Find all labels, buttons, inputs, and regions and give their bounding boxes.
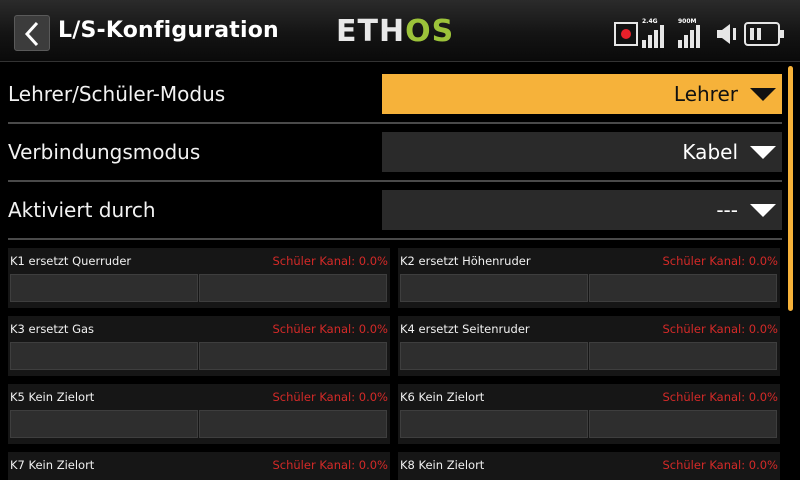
logo-text-left: ETH (336, 14, 406, 49)
setting-row-activated-by: Aktiviert durch --- (0, 182, 790, 240)
dropdown-value: Kabel (682, 140, 738, 164)
signal-2-4g-label: 2.4G (642, 18, 658, 25)
channel-field-left[interactable] (400, 342, 588, 370)
channel-field-right[interactable] (589, 342, 777, 370)
channel-card[interactable]: K5 Kein Zielort Schüler Kanal: 0.0% (8, 384, 390, 444)
student-channel-value: Schüler Kanal: 0.0% (662, 390, 778, 404)
dropdown-value: --- (716, 198, 738, 222)
channel-field-right[interactable] (199, 274, 387, 302)
dropdown-arrow-icon (750, 88, 776, 101)
channel-field-right[interactable] (199, 342, 387, 370)
channel-name: K8 Kein Zielort (400, 458, 485, 472)
back-arrow-icon (24, 21, 39, 47)
student-channel-value: Schüler Kanal: 0.0% (272, 254, 388, 268)
page-title: L/S-Konfiguration (58, 18, 279, 43)
mode-dropdown[interactable]: Lehrer (382, 74, 782, 114)
channel-field-left[interactable] (10, 410, 198, 438)
setting-row-mode: Lehrer/Schüler-Modus Lehrer (0, 66, 790, 124)
channel-card[interactable]: K7 Kein Zielort Schüler Kanal: 0.0% (8, 452, 390, 480)
channel-name: K5 Kein Zielort (10, 390, 95, 404)
channel-name: K6 Kein Zielort (400, 390, 485, 404)
setting-row-connection: Verbindungsmodus Kabel (0, 124, 790, 182)
setting-label: Verbindungsmodus (8, 140, 201, 164)
student-channel-value: Schüler Kanal: 0.0% (662, 322, 778, 336)
logo-text-right: OS (405, 14, 455, 49)
student-channel-value: Schüler Kanal: 0.0% (272, 322, 388, 336)
connection-dropdown[interactable]: Kabel (382, 132, 782, 172)
signal-900m-label: 900M (678, 18, 697, 25)
channel-card[interactable]: K6 Kein Zielort Schüler Kanal: 0.0% (398, 384, 780, 444)
channel-name: K1 ersetzt Querruder (10, 254, 132, 268)
record-icon[interactable] (614, 22, 638, 46)
dropdown-arrow-icon (750, 146, 776, 159)
channel-card[interactable]: K3 ersetzt Gas Schüler Kanal: 0.0% (8, 316, 390, 376)
ethos-logo: ETHOS (336, 15, 454, 49)
channel-field-left[interactable] (400, 410, 588, 438)
channel-field-right[interactable] (589, 274, 777, 302)
divider (8, 238, 782, 240)
channel-card[interactable]: K2 ersetzt Höhenruder Schüler Kanal: 0.0… (398, 248, 780, 308)
scrollbar[interactable] (788, 66, 793, 311)
activated-by-dropdown[interactable]: --- (382, 190, 782, 230)
channel-name: K7 Kein Zielort (10, 458, 95, 472)
battery-icon (744, 22, 784, 46)
channel-field-right[interactable] (589, 410, 777, 438)
channel-name: K3 ersetzt Gas (10, 322, 95, 336)
signal-900m-icon: 900M (678, 18, 704, 48)
setting-label: Lehrer/Schüler-Modus (8, 82, 226, 106)
top-bar: L/S-Konfiguration ETHOS 2.4G 900M (0, 0, 800, 62)
signal-2-4g-icon: 2.4G (642, 18, 668, 48)
speaker-icon[interactable] (716, 22, 740, 46)
student-channel-value: Schüler Kanal: 0.0% (662, 458, 778, 472)
channel-field-left[interactable] (10, 274, 198, 302)
channel-card[interactable]: K4 ersetzt Seitenruder Schüler Kanal: 0.… (398, 316, 780, 376)
student-channel-value: Schüler Kanal: 0.0% (272, 458, 388, 472)
student-channel-value: Schüler Kanal: 0.0% (662, 254, 778, 268)
channel-name: K4 ersetzt Seitenruder (400, 322, 530, 336)
dropdown-value: Lehrer (673, 82, 738, 106)
setting-label: Aktiviert durch (8, 198, 156, 222)
channel-field-left[interactable] (10, 342, 198, 370)
channel-name: K2 ersetzt Höhenruder (400, 254, 531, 268)
back-button[interactable] (14, 15, 50, 51)
channel-field-left[interactable] (400, 274, 588, 302)
channel-field-right[interactable] (199, 410, 387, 438)
channel-card[interactable]: K1 ersetzt Querruder Schüler Kanal: 0.0% (8, 248, 390, 308)
dropdown-arrow-icon (750, 204, 776, 217)
student-channel-value: Schüler Kanal: 0.0% (272, 390, 388, 404)
channel-card[interactable]: K8 Kein Zielort Schüler Kanal: 0.0% (398, 452, 780, 480)
